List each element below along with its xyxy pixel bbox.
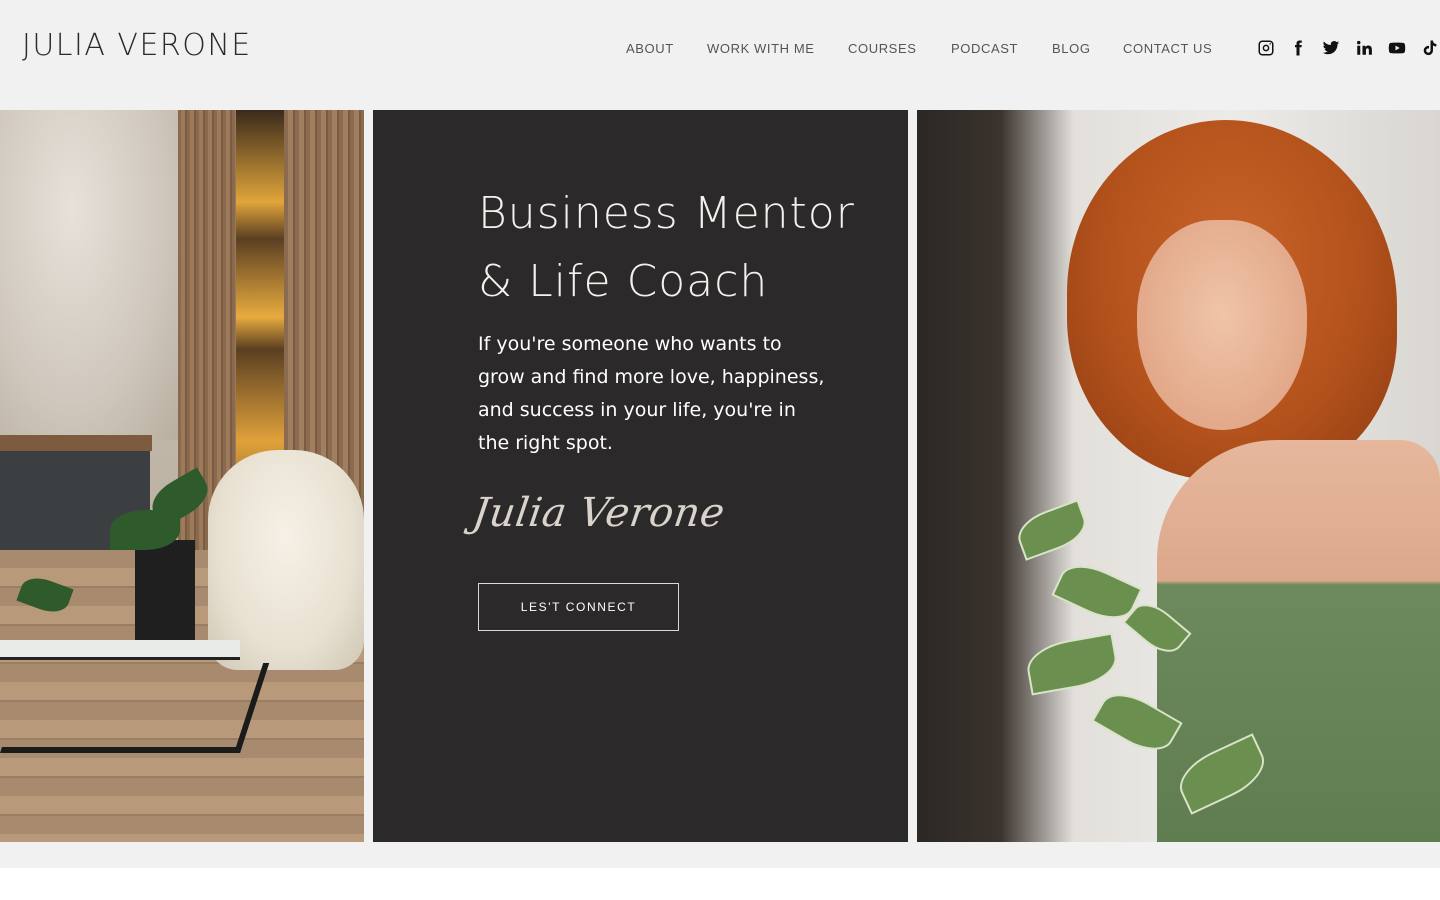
headline-line-2: & Life Coach [478, 256, 769, 307]
nav-podcast[interactable]: PODCAST [951, 40, 1018, 58]
twitter-icon[interactable] [1321, 38, 1341, 58]
portrait-photo [917, 110, 1440, 842]
intro-panel: Business Mentor & Life Coach If you're s… [373, 110, 908, 842]
hero-headline: Business Mentor & Life Coach [478, 180, 858, 316]
nav-work-with-me[interactable]: WORK WITH ME [707, 40, 815, 58]
instagram-icon[interactable] [1256, 38, 1276, 58]
coffee-table [0, 640, 240, 660]
site-logo[interactable]: JULIA VERONE [22, 28, 252, 64]
nav-courses[interactable]: COURSES [848, 40, 917, 58]
hero-section: Business Mentor & Life Coach If you're s… [0, 110, 1440, 868]
linkedin-icon[interactable] [1354, 38, 1374, 58]
page-bottom [0, 868, 1440, 900]
nav-about[interactable]: ABOUT [626, 40, 674, 58]
connect-button[interactable]: LES'T CONNECT [478, 583, 679, 631]
white-armchair [208, 450, 364, 670]
interior-photo [0, 110, 364, 842]
headline-line-1: Business Mentor [478, 188, 855, 239]
coffee-table-frame [0, 663, 270, 753]
nav-blog[interactable]: BLOG [1052, 40, 1091, 58]
hero-subtext: If you're someone who wants to grow and … [478, 333, 825, 454]
tiktok-icon[interactable] [1420, 38, 1440, 58]
marble-wall [0, 110, 180, 440]
plant-leaf [1023, 632, 1121, 696]
mantle [0, 435, 152, 451]
signature: Julia Verone [469, 490, 728, 536]
youtube-icon[interactable] [1387, 38, 1407, 58]
facebook-icon[interactable] [1288, 38, 1308, 58]
portrait-face [1137, 220, 1307, 430]
plant-leaf [1012, 499, 1092, 561]
site-header: JULIA VERONE ABOUT WORK WITH ME COURSES … [0, 0, 1440, 110]
plant-pot [135, 540, 195, 640]
nav-contact-us[interactable]: CONTACT US [1123, 40, 1212, 58]
